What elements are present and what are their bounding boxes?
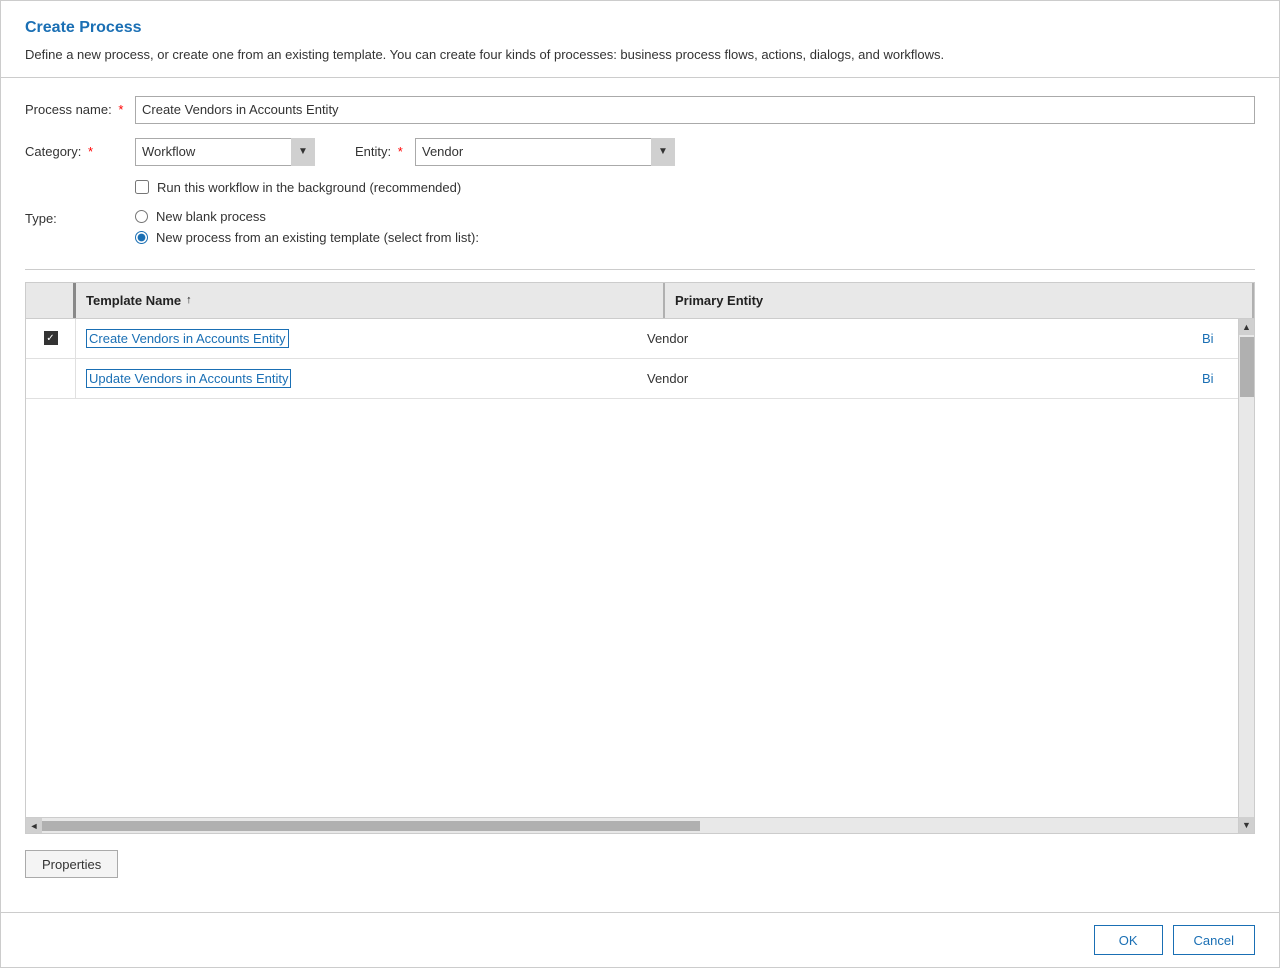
entity-select[interactable]: Vendor Account Contact — [415, 138, 675, 166]
type-label: Type: — [25, 209, 135, 226]
process-name-row: Process name: * — [25, 96, 1255, 124]
entity-label: Entity: * — [355, 144, 415, 159]
scrollbar-x-track — [42, 821, 1238, 831]
category-select[interactable]: Workflow Action Dialog Business Process … — [135, 138, 315, 166]
scrollbar-left-button[interactable]: ◄ — [26, 818, 42, 834]
scrollbar-thumb[interactable] — [1240, 337, 1254, 397]
horizontal-scrollbar[interactable]: ◄ ► — [26, 817, 1254, 833]
row2-entity-cell: Vendor — [637, 359, 1198, 398]
row2-template-link[interactable]: Update Vendors in Accounts Entity — [86, 369, 291, 388]
category-required: * — [88, 144, 93, 159]
properties-row: Properties — [25, 850, 1255, 878]
entity-select-wrapper: Vendor Account Contact ▼ — [415, 138, 675, 166]
row2-bi-cell: Bi — [1198, 359, 1238, 398]
row1-checkbox-checked: ✓ — [44, 331, 58, 345]
background-checkbox[interactable] — [135, 180, 149, 194]
row2-template-name-cell: Update Vendors in Accounts Entity — [76, 359, 637, 398]
type-radio-blank[interactable] — [135, 210, 148, 223]
entity-required: * — [398, 144, 403, 159]
type-template-label: New process from an existing template (s… — [156, 230, 479, 245]
category-label: Category: * — [25, 144, 135, 159]
table-body: ✓ Create Vendors in Accounts Entity Vend… — [26, 319, 1254, 818]
scrollbar-down-button[interactable]: ▼ — [1239, 817, 1255, 833]
ok-button[interactable]: OK — [1094, 925, 1163, 955]
dialog-title: Create Process — [25, 19, 1255, 37]
row1-template-link[interactable]: Create Vendors in Accounts Entity — [86, 329, 289, 348]
type-options: New blank process New process from an ex… — [135, 209, 479, 245]
type-row: Type: New blank process New process from… — [25, 209, 1255, 245]
create-process-dialog: Create Process Define a new process, or … — [0, 0, 1280, 968]
vertical-scrollbar[interactable]: ▲ ▼ — [1238, 319, 1254, 834]
type-radio-template[interactable] — [135, 231, 148, 244]
type-option-template: New process from an existing template (s… — [135, 230, 479, 245]
process-name-input[interactable] — [135, 96, 1255, 124]
scrollbar-up-button[interactable]: ▲ — [1239, 319, 1255, 335]
properties-button[interactable]: Properties — [25, 850, 118, 878]
type-option-blank: New blank process — [135, 209, 479, 224]
row1-template-name-cell: Create Vendors in Accounts Entity — [76, 319, 637, 358]
dialog-header: Create Process Define a new process, or … — [1, 1, 1279, 78]
row1-bi-cell: Bi — [1198, 319, 1238, 358]
category-entity-row: Category: * Workflow Action Dialog Busin… — [25, 138, 1255, 166]
background-checkbox-label: Run this workflow in the background (rec… — [157, 180, 461, 195]
table-row[interactable]: Update Vendors in Accounts Entity Vendor… — [26, 359, 1238, 399]
dialog-footer: OK Cancel — [1, 912, 1279, 967]
cancel-button[interactable]: Cancel — [1173, 925, 1255, 955]
template-table-section: Template Name ↑ Primary Entity ✓ — [25, 282, 1255, 835]
category-select-wrapper: Workflow Action Dialog Business Process … — [135, 138, 315, 166]
row1-checkbox-cell[interactable]: ✓ — [26, 319, 76, 358]
table-header: Template Name ↑ Primary Entity — [26, 283, 1254, 319]
row2-checkbox-cell[interactable] — [26, 359, 76, 398]
process-name-required: * — [118, 102, 123, 117]
table-header-checkbox-cell — [26, 283, 76, 318]
background-checkbox-row: Run this workflow in the background (rec… — [135, 180, 1255, 195]
entity-group: Entity: * Vendor Account Contact ▼ — [355, 138, 675, 166]
separator — [25, 269, 1255, 270]
row1-entity-cell: Vendor — [637, 319, 1198, 358]
dialog-body: Process name: * Category: * Workflow Act… — [1, 78, 1279, 913]
sort-arrow-icon: ↑ — [186, 294, 192, 306]
type-blank-label: New blank process — [156, 209, 266, 224]
scrollbar-x-thumb[interactable] — [42, 821, 700, 831]
process-name-label: Process name: * — [25, 102, 135, 117]
dialog-description: Define a new process, or create one from… — [25, 45, 1255, 65]
table-row[interactable]: ✓ Create Vendors in Accounts Entity Vend… — [26, 319, 1238, 359]
table-header-template-name[interactable]: Template Name ↑ — [76, 283, 665, 318]
table-scroll-wrapper: ✓ Create Vendors in Accounts Entity Vend… — [26, 319, 1254, 834]
table-header-primary-entity[interactable]: Primary Entity — [665, 283, 1254, 318]
